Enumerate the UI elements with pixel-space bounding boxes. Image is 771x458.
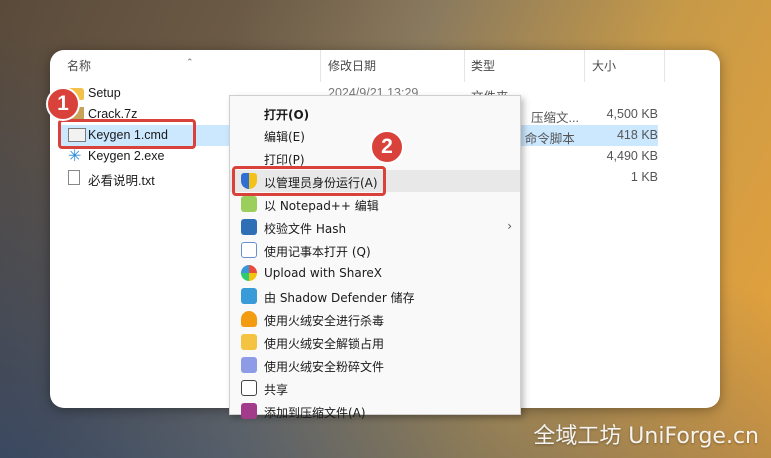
- menu-item-label: 使用火绒安全解锁占用: [264, 337, 385, 351]
- menu-item-label: 以 Notepad++ 编辑: [264, 199, 379, 213]
- file-name: 必看说明.txt: [88, 174, 155, 188]
- hash-icon: [241, 219, 257, 235]
- watermark: 全域工坊 UniForge.cn: [533, 424, 759, 449]
- menu-item-label: 使用记事本打开 (Q): [264, 245, 371, 259]
- menu-item-notepad[interactable]: 使用记事本打开 (Q): [230, 239, 520, 261]
- column-separator[interactable]: [664, 50, 665, 82]
- menu-item-label: Upload with ShareX: [264, 266, 382, 280]
- notepad-icon: [241, 242, 257, 258]
- step-badge-2: 2: [370, 130, 404, 164]
- column-date[interactable]: 修改日期: [328, 57, 376, 74]
- file-size: 418 KB: [616, 128, 658, 142]
- text-file-icon: [68, 170, 80, 185]
- shadow-defender-icon: [241, 288, 257, 304]
- file-size: 4,500 KB: [606, 107, 658, 121]
- file-type: 压缩文...: [531, 111, 579, 125]
- huorong-unlock-icon: [241, 334, 257, 350]
- sort-up-icon: ⌃: [186, 57, 194, 67]
- menu-item-share[interactable]: 共享: [230, 377, 520, 399]
- menu-item-label: 打开(O): [264, 108, 310, 122]
- chevron-right-icon: ›: [507, 219, 512, 233]
- column-separator[interactable]: [584, 50, 585, 82]
- menu-item-notepadpp[interactable]: 以 Notepad++ 编辑: [230, 193, 520, 215]
- menu-item-label: 由 Shadow Defender 储存: [264, 291, 415, 305]
- file-size: 4,490 KB: [606, 149, 658, 163]
- file-size: 1 KB: [630, 170, 658, 184]
- menu-item-sharex[interactable]: Upload with ShareX: [230, 262, 520, 284]
- menu-item-label: 共享: [264, 383, 289, 397]
- file-name: Setup: [88, 86, 121, 100]
- menu-item-label: 添加到压缩文件(A): [264, 406, 366, 420]
- menu-item-add-archive[interactable]: 添加到压缩文件(A): [230, 400, 520, 422]
- winrar-icon: [241, 403, 257, 419]
- menu-highlight-box: [232, 166, 386, 196]
- menu-item-huorong-scan[interactable]: 使用火绒安全进行杀毒: [230, 308, 520, 330]
- sharex-icon: [241, 265, 257, 281]
- menu-item-label: 使用火绒安全粉碎文件: [264, 360, 385, 374]
- column-separator[interactable]: [464, 50, 465, 82]
- file-name: Keygen 2.exe: [88, 149, 165, 163]
- menu-item-open[interactable]: 打开(O): [230, 102, 520, 124]
- menu-item-label: 编辑(E): [264, 130, 305, 144]
- menu-item-shadow-defender[interactable]: 由 Shadow Defender 储存: [230, 285, 520, 307]
- step-badge-1: 1: [46, 87, 80, 121]
- huorong-icon: [241, 311, 257, 327]
- menu-item-huorong-unlock[interactable]: 使用火绒安全解锁占用: [230, 331, 520, 353]
- menu-item-huorong-shred[interactable]: 使用火绒安全粉碎文件: [230, 354, 520, 376]
- column-header: ⌃ 名称 修改日期 类型 大小: [50, 50, 720, 82]
- file-highlight-box: [58, 119, 196, 149]
- share-icon: [241, 380, 257, 396]
- huorong-shred-icon: [241, 357, 257, 373]
- column-separator[interactable]: [320, 50, 321, 82]
- menu-item-label: 校验文件 Hash: [264, 222, 347, 236]
- column-type[interactable]: 类型: [471, 57, 495, 74]
- exe-icon: ✳: [68, 148, 82, 165]
- file-type: s 命令脚本: [515, 132, 575, 146]
- menu-item-label: 使用火绒安全进行杀毒: [264, 314, 385, 328]
- column-name[interactable]: 名称: [67, 57, 91, 74]
- column-size[interactable]: 大小: [592, 57, 616, 74]
- menu-item-hash[interactable]: 校验文件 Hash ›: [230, 216, 520, 238]
- notepadpp-icon: [241, 196, 257, 212]
